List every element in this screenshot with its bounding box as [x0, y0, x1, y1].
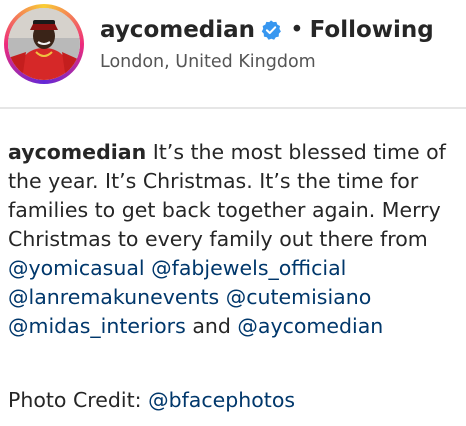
photo-credit: Photo Credit: @bfacephotos — [8, 386, 295, 415]
following-button[interactable]: Following — [310, 16, 434, 44]
username-link[interactable]: aycomedian — [100, 16, 255, 44]
username-row: aycomedian • Following — [100, 16, 434, 44]
caption-text: families to get back together again. Mer… — [8, 198, 441, 222]
caption-line-7: @midas_interiors and @aycomedian — [8, 312, 460, 341]
credit-mention-link[interactable]: @bfacephotos — [148, 388, 295, 412]
mention-link[interactable]: @cutemisiano — [226, 285, 372, 309]
mention-link[interactable]: @yomicasual — [8, 256, 145, 280]
post-caption: aycomedian It’s the most blessed time of… — [8, 138, 460, 341]
caption-text: It’s the most blessed time of — [146, 140, 446, 164]
mention-link[interactable]: @lanremakunevents — [8, 285, 219, 309]
caption-line-6: @lanremakunevents @cutemisiano — [8, 283, 460, 312]
post-header: aycomedian • Following London, United Ki… — [0, 0, 466, 110]
caption-text: the year. It’s Christmas. It’s the time … — [8, 169, 419, 193]
avatar[interactable] — [8, 8, 80, 80]
mention-link[interactable]: @aycomedian — [237, 314, 383, 338]
mention-link[interactable]: @fabjewels_official — [151, 256, 346, 280]
caption-text: and — [185, 314, 238, 338]
caption-author-link[interactable]: aycomedian — [8, 140, 146, 164]
mention-link[interactable]: @midas_interiors — [8, 314, 186, 338]
avatar-image — [8, 8, 80, 80]
story-ring[interactable] — [4, 4, 84, 84]
caption-text: Christmas to every family out there from — [8, 227, 428, 251]
separator-dot: • — [290, 17, 304, 43]
credit-label: Photo Credit: — [8, 388, 149, 412]
verified-badge-icon — [261, 20, 281, 40]
caption-line-5: @yomicasual @fabjewels_official — [8, 254, 460, 283]
header-divider — [0, 107, 466, 109]
caption-line-1: aycomedian It’s the most blessed time of — [8, 138, 460, 167]
location-link[interactable]: London, United Kingdom — [100, 52, 316, 72]
